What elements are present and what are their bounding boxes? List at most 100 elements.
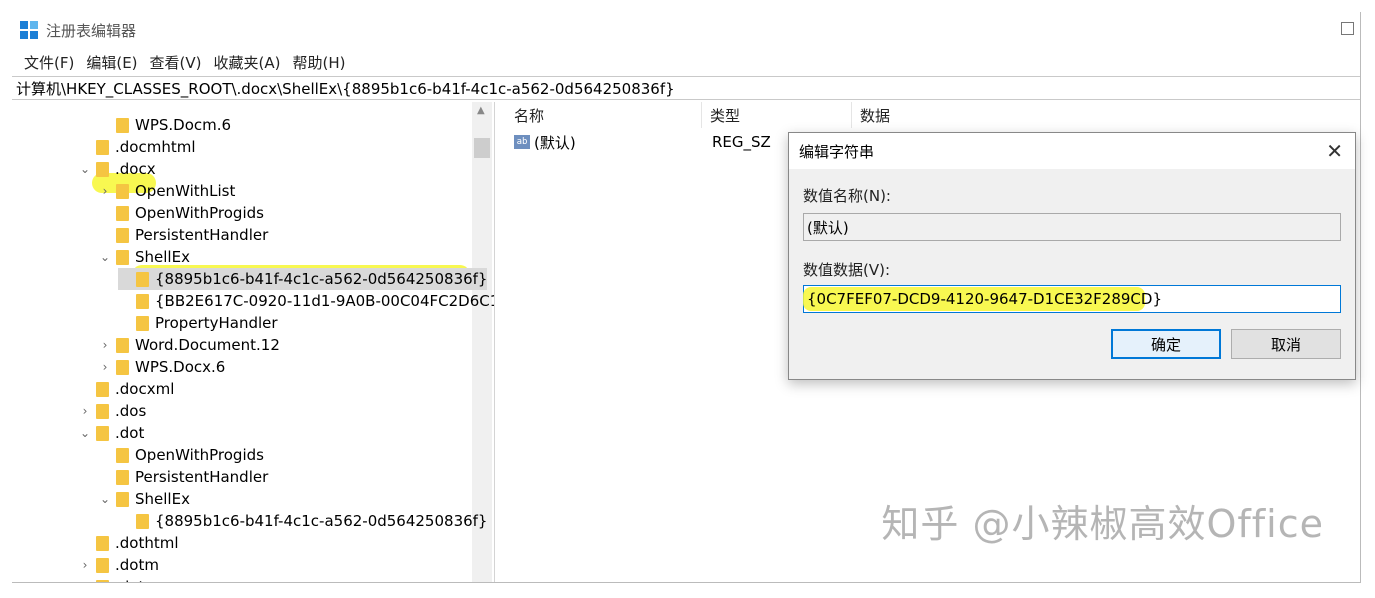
chevron-down-icon[interactable]: ⌄ [78,162,92,176]
maximize-icon[interactable] [1341,22,1354,35]
tree-node[interactable]: › .dos [78,400,147,422]
tree-node-label[interactable]: .dos [115,402,146,420]
edit-string-dialog: 编辑字符串 ✕ 数值名称(N): (默认) 数值数据(V): {0C7FEF07… [788,132,1356,380]
chevron-down-icon[interactable]: ⌄ [78,426,92,440]
window-title: 注册表编辑器 [46,21,137,40]
address-path[interactable]: 计算机\HKEY_CLASSES_ROOT\.docx\ShellEx\{889… [16,78,675,99]
registry-app-icon [20,21,38,39]
folder-icon [136,513,149,529]
tree-node-label[interactable]: .docmhtml [115,138,196,156]
dialog-title-bar: 编辑字符串 ✕ [789,133,1355,169]
chevron-right-icon[interactable]: › [78,580,92,582]
tree-node[interactable]: {BB2E617C-0920-11d1-9A0B-00C04FC2D6C1} [118,290,494,312]
tree-node-label[interactable]: PersistentHandler [135,468,268,486]
tree-node[interactable]: › OpenWithList [98,180,236,202]
address-bar[interactable]: 计算机\HKEY_CLASSES_ROOT\.docx\ShellEx\{889… [12,76,1360,100]
folder-icon [96,139,109,155]
menu-favorites[interactable]: 收藏夹(A) [208,52,287,73]
watermark-text: 知乎 @小辣椒高效Office [881,502,1324,546]
tree-node-label[interactable]: {8895b1c6-b41f-4c1c-a562-0d564250836f} [155,512,487,530]
tree-node-label[interactable]: .docx [115,160,156,178]
tree-node-label[interactable]: Word.Document.12 [135,336,280,354]
value-name-field: (默认) [803,213,1341,241]
tree-node[interactable]: ⌄ ShellEx [98,246,190,268]
folder-icon [116,227,129,243]
tree-node[interactable]: ⌄ ShellEx [98,488,190,510]
folder-icon [96,381,109,397]
tree-node-label[interactable]: OpenWithProgids [135,204,264,222]
tree-node[interactable]: OpenWithProgids [98,444,264,466]
tree-node-label[interactable]: {BB2E617C-0920-11d1-9A0B-00C04FC2D6C1} [155,292,494,310]
menu-bar: 文件(F) 编辑(E) 查看(V) 收藏夹(A) 帮助(H) [12,50,351,74]
folder-icon [96,535,109,551]
menu-file[interactable]: 文件(F) [18,52,80,73]
tree-node[interactable]: OpenWithProgids [98,202,264,224]
folder-icon [96,579,109,582]
tree-node[interactable]: › WPS.Docx.6 [98,356,226,378]
tree-node[interactable]: PersistentHandler [98,224,268,246]
folder-icon [116,249,129,265]
chevron-right-icon[interactable]: › [78,558,92,572]
chevron-right-icon[interactable]: › [78,404,92,418]
column-data-header[interactable]: 数据 [852,102,1360,128]
folder-icon [136,271,149,287]
tree-node[interactable]: {8895b1c6-b41f-4c1c-a562-0d564250836f} [118,268,488,290]
tree-node[interactable]: .docxml [78,378,174,400]
value-data-field[interactable]: {0C7FEF07-DCD9-4120-9647-D1CE32F289CD} [803,285,1341,313]
close-icon[interactable]: ✕ [1326,139,1343,163]
tree-node[interactable]: .dothtml [78,532,179,554]
column-type-header[interactable]: 类型 [702,102,852,128]
tree-node[interactable]: {8895b1c6-b41f-4c1c-a562-0d564250836f} [118,510,487,532]
value-data-text[interactable]: {0C7FEF07-DCD9-4120-9647-D1CE32F289CD} [807,290,1162,308]
folder-icon [96,425,109,441]
menu-help[interactable]: 帮助(H) [286,52,351,73]
tree-node-label[interactable]: ShellEx [135,248,190,266]
menu-view[interactable]: 查看(V) [144,52,208,73]
value-data-label: 数值数据(V): [803,261,891,279]
folder-icon [136,293,149,309]
chevron-right-icon[interactable]: › [98,338,112,352]
value-name: (默认) [534,133,576,152]
folder-icon [116,117,129,133]
tree-node-label[interactable]: {8895b1c6-b41f-4c1c-a562-0d564250836f} [155,270,487,288]
tree-node-label[interactable]: .dothtml [115,534,179,552]
ok-button[interactable]: 确定 [1111,329,1221,359]
value-row[interactable]: ab (默认) [514,130,576,154]
cancel-button[interactable]: 取消 [1231,329,1341,359]
scroll-up-icon[interactable]: ▲ [477,105,485,116]
tree-node-label[interactable]: WPS.Docx.6 [135,358,225,376]
folder-icon [136,315,149,331]
tree-node[interactable]: PersistentHandler [98,466,268,488]
tree-node[interactable]: › Word.Document.12 [98,334,280,356]
title-bar: 注册表编辑器 [12,12,1360,48]
scroll-thumb[interactable] [474,138,490,158]
chevron-right-icon[interactable]: › [98,360,112,374]
tree-node-label[interactable]: PropertyHandler [155,314,278,332]
column-name-header[interactable]: 名称 [506,102,702,128]
tree-node-label[interactable]: .docxml [115,380,174,398]
tree-node[interactable]: PropertyHandler [118,312,278,334]
tree-node[interactable]: .docmhtml [78,136,196,158]
value-name-field-text: (默认) [807,218,849,237]
tree-node-label[interactable]: ShellEx [135,490,190,508]
tree-node-label[interactable]: .dotx [115,578,153,582]
tree-node[interactable]: › .dotx [78,576,153,582]
menu-edit[interactable]: 编辑(E) [80,52,143,73]
chevron-down-icon[interactable]: ⌄ [98,250,112,264]
folder-icon [116,337,129,353]
tree-node-label[interactable]: WPS.Docm.6 [135,116,231,134]
tree-node-label[interactable]: OpenWithList [135,182,235,200]
tree-node[interactable]: WPS.Docm.6 [98,114,231,136]
tree-node-label[interactable]: PersistentHandler [135,226,268,244]
folder-icon [116,205,129,221]
tree-node-label[interactable]: OpenWithProgids [135,446,264,464]
tree-node-label[interactable]: .dot [115,424,144,442]
tree-node[interactable]: › .dotm [78,554,159,576]
folder-icon [116,183,129,199]
tree-node[interactable]: ⌄ .docx [78,158,156,180]
tree-node-label[interactable]: .dotm [115,556,159,574]
chevron-right-icon[interactable]: › [98,184,112,198]
chevron-down-icon[interactable]: ⌄ [98,492,112,506]
tree-node[interactable]: ⌄ .dot [78,422,144,444]
dialog-title: 编辑字符串 [799,142,875,161]
